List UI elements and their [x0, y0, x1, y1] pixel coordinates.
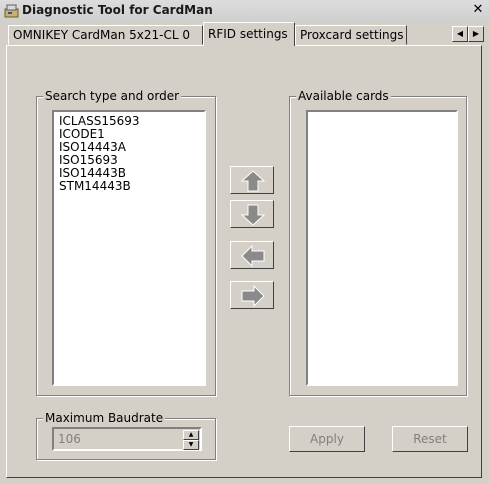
spin-down-button[interactable]: ▼: [183, 440, 199, 450]
tab-omnikey-cardman[interactable]: OMNIKEY CardMan 5x21-CL 0: [8, 25, 203, 45]
available-cards-listbox[interactable]: [306, 110, 458, 386]
reset-button-label: Reset: [413, 432, 447, 446]
available-cards-group-label: Available cards: [296, 89, 391, 103]
arrow-right-icon: [241, 285, 265, 307]
tab-scroll-right-button[interactable]: ▶: [468, 26, 484, 42]
search-type-items: ICLASS15693 ICODE1 ISO14443A ISO15693 IS…: [57, 115, 140, 193]
move-down-button[interactable]: [230, 200, 274, 228]
baudrate-group-label: Maximum Baudrate: [43, 411, 166, 425]
chevron-down-icon: ▼: [188, 441, 194, 448]
spin-up-button[interactable]: ▲: [183, 430, 199, 440]
search-type-group-label: Search type and order: [43, 89, 182, 103]
move-right-button[interactable]: [230, 281, 274, 309]
baudrate-value: 106: [58, 432, 81, 446]
arrow-down-icon: [241, 204, 265, 226]
apply-button-label: Apply: [310, 432, 344, 446]
list-item[interactable]: STM14443B: [57, 180, 140, 193]
tab-label: Proxcard settings: [300, 28, 404, 42]
baudrate-spinbox[interactable]: 106 ▲ ▼: [52, 427, 202, 451]
arrow-up-icon: [241, 170, 265, 192]
chevron-left-icon: ◀: [456, 29, 464, 38]
chevron-up-icon: ▲: [188, 431, 194, 438]
tab-rfid-settings[interactable]: RFID settings: [203, 22, 295, 46]
tab-label: OMNIKEY CardMan 5x21-CL 0: [13, 28, 190, 42]
arrow-left-icon: [241, 245, 265, 267]
close-icon[interactable]: ✕: [471, 3, 485, 17]
title-bar[interactable]: Diagnostic Tool for CardMan ✕: [0, 0, 489, 22]
move-left-button[interactable]: [230, 241, 274, 269]
tab-proxcard-settings[interactable]: Proxcard settings: [295, 25, 407, 45]
reset-button[interactable]: Reset: [392, 426, 468, 452]
chevron-right-icon: ▶: [472, 29, 480, 38]
apply-button[interactable]: Apply: [289, 426, 365, 452]
window-title: Diagnostic Tool for CardMan: [22, 3, 213, 17]
baudrate-spin-buttons: ▲ ▼: [183, 430, 199, 450]
app-icon: [4, 3, 20, 19]
search-type-listbox[interactable]: ICLASS15693 ICODE1 ISO14443A ISO15693 IS…: [52, 110, 206, 386]
tab-label: RFID settings: [208, 27, 288, 41]
tab-scroll-left-button[interactable]: ◀: [452, 26, 468, 42]
dialog-window: Diagnostic Tool for CardMan ✕ OMNIKEY Ca…: [0, 0, 489, 484]
move-up-button[interactable]: [230, 166, 274, 194]
